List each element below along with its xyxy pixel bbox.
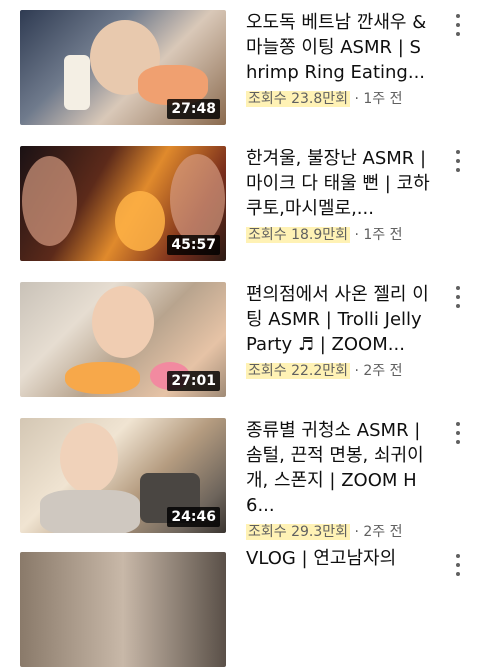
- video-duration: 27:48: [167, 99, 220, 119]
- video-meta: 조회수 29.3만회 · 2주 전: [246, 521, 432, 541]
- more-vert-icon[interactable]: [452, 150, 464, 172]
- video-thumbnail[interactable]: 24:46: [20, 418, 226, 533]
- video-thumbnail[interactable]: 27:01: [20, 282, 226, 397]
- meta-separator: ·: [350, 227, 364, 243]
- video-duration: 27:01: [167, 371, 220, 391]
- view-count: 조회수 22.2만회: [246, 363, 351, 379]
- video-thumbnail[interactable]: [20, 552, 226, 667]
- view-count: 조회수 29.3만회: [246, 524, 351, 540]
- more-vert-icon[interactable]: [452, 422, 464, 444]
- video-title[interactable]: 오도독 베트남 깐새우 & 마늘쫑 이팅 ASMR | Shrimp Ring …: [246, 10, 432, 85]
- upload-age: 2주 전: [363, 363, 403, 379]
- upload-age: 1주 전: [363, 227, 403, 243]
- view-count: 조회수 18.9만회: [246, 227, 351, 243]
- video-title[interactable]: 종류별 귀청소 ASMR | 솜털, 끈적 면봉, 쇠귀이개, 스폰지 | ZO…: [246, 418, 432, 518]
- video-thumbnail[interactable]: 27:48: [20, 10, 226, 125]
- meta-separator: ·: [350, 91, 364, 107]
- more-vert-icon[interactable]: [452, 286, 464, 308]
- more-vert-icon[interactable]: [452, 14, 464, 36]
- more-vert-icon[interactable]: [452, 554, 464, 576]
- video-meta: 조회수 22.2만회 · 2주 전: [246, 360, 432, 380]
- video-duration: 24:46: [167, 507, 220, 527]
- video-duration: 45:57: [167, 235, 220, 255]
- upload-age: 1주 전: [363, 91, 403, 107]
- view-count: 조회수 23.8만회: [246, 91, 351, 107]
- meta-separator: ·: [350, 524, 364, 540]
- video-meta: 조회수 23.8만회 · 1주 전: [246, 88, 432, 108]
- video-title[interactable]: 편의점에서 사온 젤리 이팅 ASMR | Trolli Jelly Party…: [246, 282, 432, 357]
- video-thumbnail[interactable]: 45:57: [20, 146, 226, 261]
- upload-age: 2주 전: [363, 524, 403, 540]
- video-title[interactable]: 한겨울, 불장난 ASMR | 마이크 다 태울 뻔 | 코하쿠토,마시멜로,.…: [246, 146, 432, 221]
- video-meta: 조회수 18.9만회 · 1주 전: [246, 224, 432, 244]
- video-title[interactable]: VLOG | 연고남자의: [246, 546, 432, 571]
- meta-separator: ·: [350, 363, 364, 379]
